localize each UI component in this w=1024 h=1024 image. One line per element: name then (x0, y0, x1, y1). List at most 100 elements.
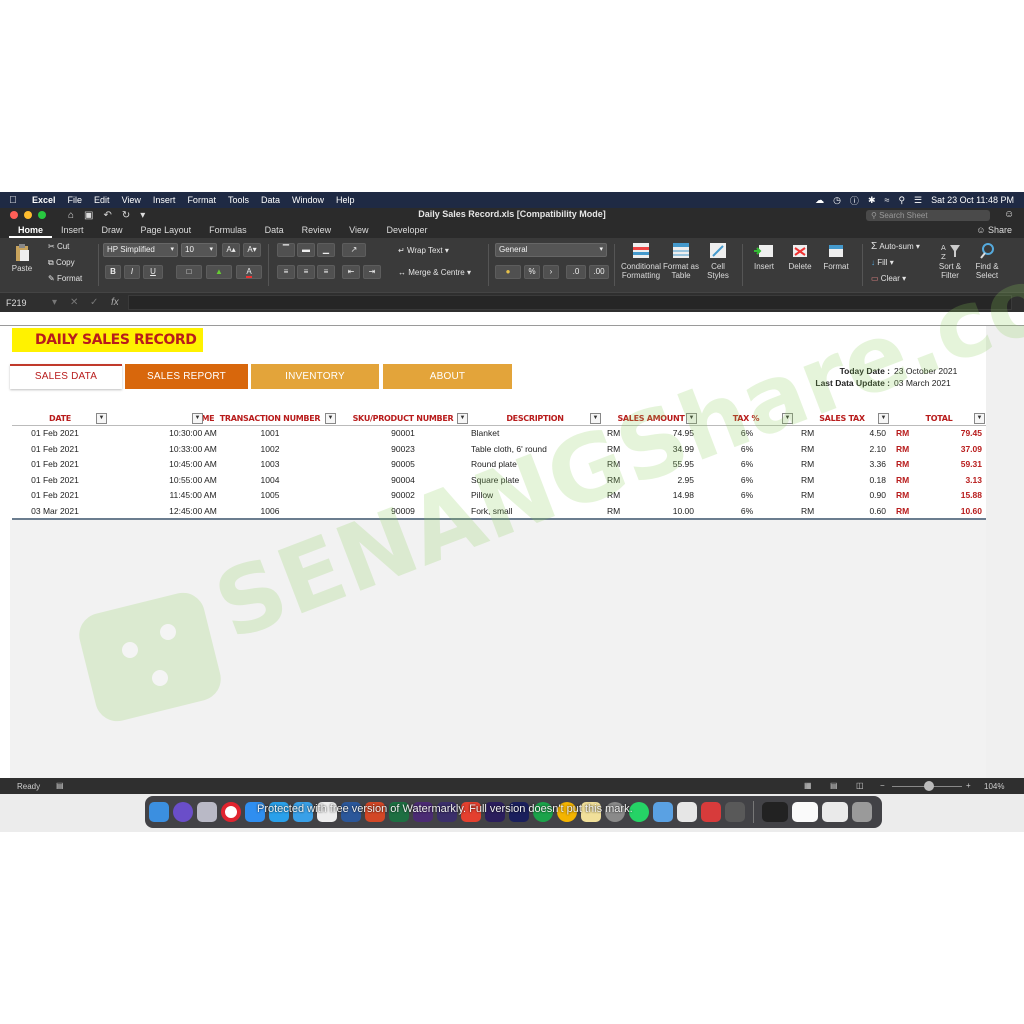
table-row[interactable]: 01 Feb 2021 10:55:00 AM 1004 90004 Square pl… (12, 473, 986, 489)
cell-cur[interactable]: RM (801, 488, 821, 504)
cell-sku[interactable]: 90001 (338, 426, 468, 442)
filter-dropdown-icon[interactable]: ▼ (590, 413, 601, 424)
insert-function-button[interactable]: fx (111, 297, 119, 308)
cell-date[interactable]: 03 Mar 2021 (12, 504, 98, 520)
menu-view[interactable]: View (116, 195, 147, 205)
zoom-slider-knob[interactable] (924, 781, 935, 791)
cell-tax[interactable]: 0.18 (824, 473, 886, 489)
page-break-view-icon[interactable]: ◫ (856, 781, 864, 790)
filter-dropdown-icon[interactable]: ▼ (457, 413, 468, 424)
share-button[interactable]: ☺ Share (976, 225, 1024, 238)
decrease-font-button[interactable]: A▾ (243, 243, 261, 257)
merge-centre-button[interactable]: ↔ Merge & Centre ▾ (398, 268, 471, 277)
format-cells-button[interactable]: Format (820, 242, 852, 271)
cell-amount[interactable]: 55.95 (632, 457, 694, 473)
table-row[interactable]: 03 Mar 2021 12:45:00 AM 1006 90009 Fork, sma… (12, 504, 986, 520)
cell-txn[interactable]: 1001 (204, 426, 336, 442)
cell-total[interactable]: 15.88 (912, 488, 982, 504)
filter-dropdown-icon[interactable]: ▼ (878, 413, 889, 424)
cell-sku[interactable]: 90005 (338, 457, 468, 473)
cloud-icon[interactable]: ☁ (815, 195, 824, 206)
cell-tax-pct[interactable]: 6% (718, 457, 776, 473)
name-box[interactable]: F219 (6, 298, 27, 308)
anydesk-icon[interactable] (701, 802, 721, 822)
bold-button[interactable]: B (105, 265, 121, 279)
nav-sales-report[interactable]: SALES REPORT (125, 364, 248, 389)
font-color-button[interactable]: A (236, 265, 262, 279)
cell-tax[interactable]: 2.10 (824, 442, 886, 458)
nav-inventory[interactable]: INVENTORY (251, 364, 379, 389)
cell-txn[interactable]: 1004 (204, 473, 336, 489)
font-name-select[interactable]: HP Simplified ▾ (103, 243, 178, 257)
cut-button[interactable]: ✂ Cut (48, 242, 69, 251)
fill-button[interactable]: ↓ Fill ▾ (871, 258, 894, 267)
trash-icon[interactable] (852, 802, 872, 822)
zoom-out-icon[interactable]: − (880, 781, 885, 790)
cell-desc[interactable]: Blanket (471, 426, 601, 442)
control-center-icon[interactable]: ☰ (914, 195, 922, 206)
cell-date[interactable]: 01 Feb 2021 (12, 442, 98, 458)
conditional-formatting-button[interactable]: Conditional Formatting (619, 242, 663, 280)
cell-tax[interactable]: 0.90 (824, 488, 886, 504)
auto-sum-button[interactable]: Σ Auto-sum ▾ (871, 241, 920, 252)
filter-dropdown-icon[interactable]: ▼ (325, 413, 336, 424)
cell-tax-pct[interactable]: 6% (718, 426, 776, 442)
filter-dropdown-icon[interactable]: ▼ (192, 413, 203, 424)
cell-sku[interactable]: 90009 (338, 504, 468, 520)
clock-icon[interactable]: ◷ (833, 195, 841, 206)
underline-button[interactable]: U (143, 265, 163, 279)
opera-icon[interactable] (221, 802, 241, 822)
decrease-decimal-button[interactable]: .00 (589, 265, 609, 279)
bluetooth-icon[interactable]: ✱ (868, 195, 876, 206)
siri-icon[interactable] (173, 802, 193, 822)
cell-total[interactable]: 79.45 (912, 426, 982, 442)
increase-decimal-button[interactable]: .0 (566, 265, 586, 279)
tab-developer[interactable]: Developer (378, 225, 437, 238)
cell-tax-pct[interactable]: 6% (718, 473, 776, 489)
cell-tax[interactable]: 3.36 (824, 457, 886, 473)
cell-total[interactable]: 3.13 (912, 473, 982, 489)
name-box-chevron-icon[interactable]: ▾ (52, 297, 57, 308)
cell-amount[interactable]: 10.00 (632, 504, 694, 520)
worksheet[interactable]: DAILY SALES RECORD SALES DATA SALES REPO… (0, 312, 1024, 778)
accounting-format-button[interactable]: ● (495, 265, 521, 279)
menu-tools[interactable]: Tools (222, 195, 255, 205)
menu-edit[interactable]: Edit (88, 195, 116, 205)
tab-page-layout[interactable]: Page Layout (132, 225, 201, 238)
cell-total[interactable]: 59.31 (912, 457, 982, 473)
cell-cur[interactable]: RM (607, 488, 627, 504)
orientation-button[interactable]: ↗ (342, 243, 366, 257)
menu-app[interactable]: Excel (26, 195, 62, 205)
format-painter-button[interactable]: ✎ Format (48, 274, 82, 283)
cell-date[interactable]: 01 Feb 2021 (12, 426, 98, 442)
finder-icon[interactable] (149, 802, 169, 822)
cell-desc[interactable]: Table cloth, 6' round (471, 442, 601, 458)
filter-dropdown-icon[interactable]: ▼ (782, 413, 793, 424)
cell-tax-pct[interactable]: 6% (718, 488, 776, 504)
cell-desc[interactable]: Fork, small (471, 504, 601, 520)
italic-button[interactable]: I (124, 265, 140, 279)
format-as-table-button[interactable]: Format as Table (663, 242, 699, 280)
menu-help[interactable]: Help (330, 195, 361, 205)
table-row[interactable]: 01 Feb 2021 10:30:00 AM 1001 90001 Blanket RM… (12, 426, 986, 442)
nav-about[interactable]: ABOUT (383, 364, 512, 389)
decrease-indent-button[interactable]: ⇤ (342, 265, 360, 279)
cell-cur[interactable]: RM (801, 504, 821, 520)
borders-button[interactable]: □ (176, 265, 202, 279)
person-icon[interactable]: ☺ (1004, 209, 1014, 220)
increase-font-button[interactable]: A▴ (222, 243, 240, 257)
cell-desc[interactable]: Square plate (471, 473, 601, 489)
cancel-icon[interactable]: ✕ (70, 297, 78, 308)
cell-cur[interactable]: RM (801, 473, 821, 489)
calendar-icon[interactable] (677, 802, 697, 822)
tab-draw[interactable]: Draw (93, 225, 132, 238)
cell-date[interactable]: 01 Feb 2021 (12, 488, 98, 504)
cell-sku[interactable]: 90002 (338, 488, 468, 504)
cell-txn[interactable]: 1006 (204, 504, 336, 520)
menu-insert[interactable]: Insert (147, 195, 182, 205)
align-right-button[interactable]: ≡ (317, 265, 335, 279)
paste-button[interactable]: Paste (6, 244, 38, 273)
menu-format[interactable]: Format (181, 195, 222, 205)
find-select-button[interactable]: Find & Select (970, 242, 1004, 280)
delete-cells-button[interactable]: Delete (784, 242, 816, 271)
